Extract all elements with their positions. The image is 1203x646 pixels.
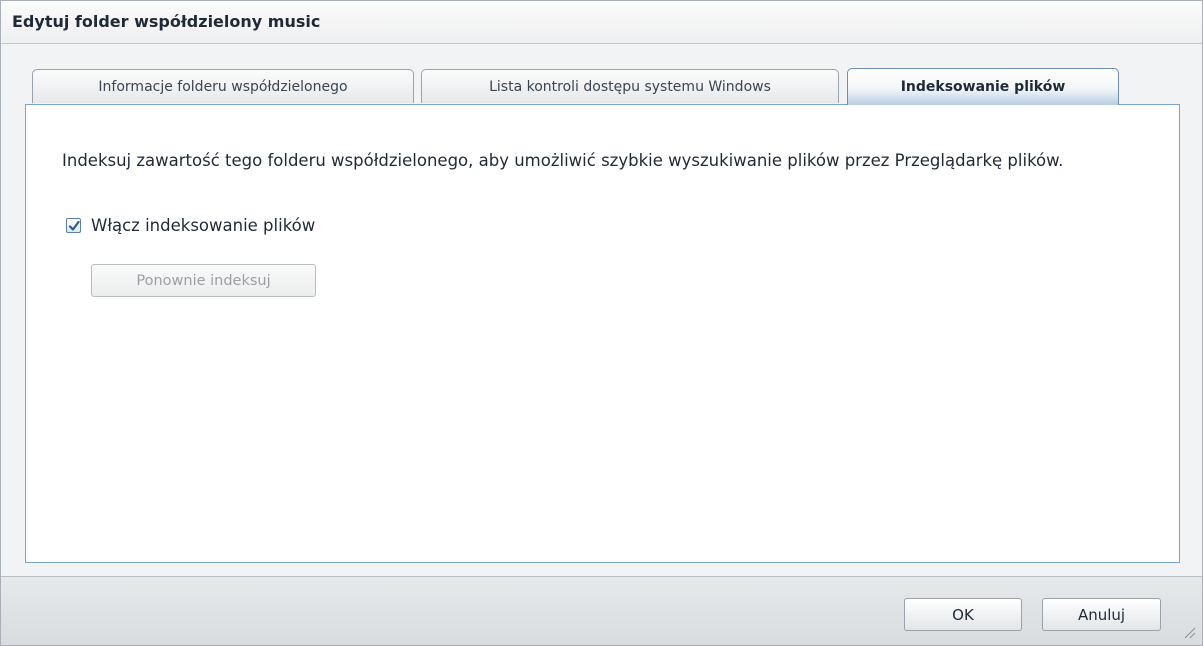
tab-label: Informacje folderu współdzielonego [98,78,348,95]
enable-indexing-label[interactable]: Włącz indeksowanie plików [91,216,315,235]
dialog-titlebar[interactable]: Edytuj folder współdzielony music [1,1,1202,44]
tab-shared-folder-info[interactable]: Informacje folderu współdzielonego [32,69,414,103]
dialog-footer: OK Anuluj [1,576,1202,645]
cancel-button[interactable]: Anuluj [1042,598,1161,631]
indexing-description: Indeksuj zawartość tego folderu współdzi… [62,151,1064,170]
tab-label: Lista kontroli dostępu systemu Windows [489,78,771,95]
ok-button[interactable]: OK [904,598,1022,631]
reindex-button[interactable]: Ponownie indeksuj [91,264,316,297]
tab-windows-acl[interactable]: Lista kontroli dostępu systemu Windows [421,69,839,103]
resize-grip-icon[interactable] [1182,625,1196,639]
tab-label: Indeksowanie plików [900,79,1066,95]
checkmark-icon [68,220,80,231]
file-indexing-panel: Indeksuj zawartość tego folderu współdzi… [25,104,1180,563]
dialog-title: Edytuj folder współdzielony music [12,12,321,31]
enable-indexing-row[interactable]: Włącz indeksowanie plików [66,216,315,235]
tab-file-indexing[interactable]: Indeksowanie plików [847,68,1119,105]
edit-shared-folder-dialog: Edytuj folder współdzielony music Inform… [0,0,1203,646]
enable-indexing-checkbox[interactable] [66,218,81,233]
